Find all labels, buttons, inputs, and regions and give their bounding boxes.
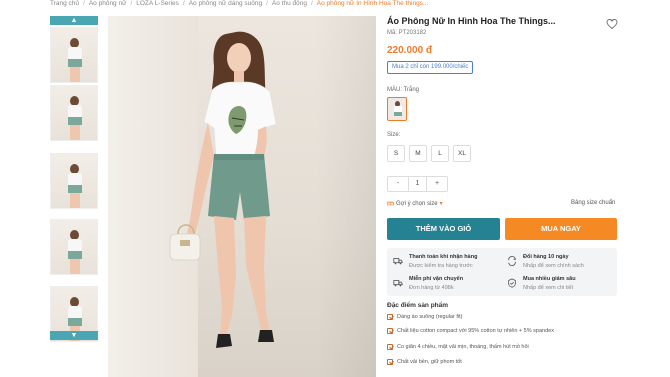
heart-icon[interactable]: [606, 18, 618, 30]
badge-icon: [508, 278, 516, 288]
product-main-image[interactable]: [108, 16, 376, 377]
quantity-stepper: - 1 +: [387, 176, 448, 192]
breadcrumb-home[interactable]: Trang chủ: [50, 0, 79, 10]
checkbox-icon: [387, 343, 393, 350]
feature-text: Co giãn 4 chiều, mặt vải mịn, thoáng, th…: [397, 343, 529, 350]
breadcrumb-current: Áo phông nữ In Hình Hoa The things...: [316, 0, 429, 7]
size-label: Size:: [387, 132, 401, 138]
product-title: Áo Phông Nữ In Hình Hoa The Things...: [387, 16, 556, 26]
feature-text: Dáng áo suông (regular fit): [397, 313, 463, 320]
service-title: Thanh toán khi nhận hàng: [409, 254, 478, 260]
ruler-icon: [387, 201, 394, 206]
size-button-m[interactable]: M: [409, 145, 427, 162]
exchange-icon: [508, 256, 516, 266]
size-button-s[interactable]: S: [387, 145, 405, 162]
feature-item: Co giãn 4 chiều, mặt vải mịn, thoáng, th…: [387, 342, 529, 351]
truck-icon: [393, 258, 403, 265]
service-subtitle: Nhấp để xem chính sách: [523, 263, 584, 269]
thumbnail-down-arrow[interactable]: ▼: [50, 331, 98, 340]
breadcrumb-separator: /: [130, 0, 133, 7]
thumbnail-gallery: ▲ ▼: [50, 16, 98, 371]
checkbox-icon: [387, 327, 393, 334]
size-guide-link[interactable]: Bảng size chuẩn: [571, 200, 615, 206]
add-to-cart-button[interactable]: THÊM VÀO GIỎ: [387, 218, 500, 240]
checkbox-icon: [387, 313, 393, 320]
thumbnail-up-arrow[interactable]: ▲: [50, 16, 98, 25]
buy-now-button[interactable]: MUA NGAY: [505, 218, 617, 240]
size-suggest-link[interactable]: Gợi ý chọn size ▾: [387, 200, 443, 207]
service-title: Mua nhiều giảm sâu: [523, 276, 576, 282]
service-subtitle: Được kiểm tra hàng trước: [409, 263, 473, 269]
size-button-xl[interactable]: XL: [453, 145, 471, 162]
feature-item: Chất vải bền, giữ phom tốt: [387, 357, 462, 366]
color-label: MÀU: Trắng: [387, 87, 420, 93]
breadcrumb-separator: /: [266, 0, 268, 7]
breadcrumb-separator: /: [83, 0, 85, 7]
breadcrumb-loose-fit[interactable]: Áo phông nữ dáng suông: [189, 0, 262, 10]
service-title: Đổi hàng 10 ngày: [523, 254, 569, 260]
thumbnail-2[interactable]: [50, 85, 98, 141]
service-benefits: Thanh toán khi nhận hàng Được kiểm tra h…: [387, 248, 617, 296]
color-swatch-white[interactable]: [387, 97, 407, 121]
thumbnail-3[interactable]: [50, 153, 98, 209]
breadcrumb-autumn-winter[interactable]: Áo thu đông: [272, 0, 307, 10]
service-exchange[interactable]: Đổi hàng 10 ngày Nhấp để xem chính sách: [507, 254, 617, 274]
service-subtitle: Nhấp để xem chi tiết: [523, 285, 574, 291]
features-title: Đặc điểm sản phẩm: [387, 302, 449, 309]
breadcrumb-loza-series[interactable]: LOZA L-Series: [136, 0, 179, 10]
product-info: Áo Phông Nữ In Hình Hoa The Things...: [387, 16, 617, 26]
feature-text: Chất vải bền, giữ phom tốt: [397, 358, 462, 365]
service-bulk-discount[interactable]: Mua nhiều giảm sâu Nhấp để xem chi tiết: [507, 276, 617, 296]
feature-item: Chất liệu cotton compact với 95% cotton …: [387, 326, 554, 335]
breadcrumb: Trang chủ / Áo phông nữ / LOZA L-Series …: [50, 0, 428, 10]
shipping-icon: [393, 280, 403, 287]
breadcrumb-womens-tshirts[interactable]: Áo phông nữ: [89, 0, 127, 10]
service-subtitle: Đơn hàng từ 498k: [409, 285, 454, 291]
service-title: Miễn phí vận chuyển: [409, 276, 464, 282]
feature-item: Dáng áo suông (regular fit): [387, 312, 462, 321]
checkbox-icon: [387, 358, 393, 365]
service-cod: Thanh toán khi nhận hàng Được kiểm tra h…: [393, 254, 503, 274]
breadcrumb-separator: /: [182, 0, 185, 7]
product-price: 220.000 đ: [387, 45, 433, 56]
chevron-down-icon: ▾: [439, 201, 443, 207]
quantity-input[interactable]: 1: [408, 177, 427, 191]
size-button-l[interactable]: L: [431, 145, 449, 162]
breadcrumb-separator: /: [310, 0, 313, 7]
thumbnail-1[interactable]: [50, 27, 98, 83]
model-illustration: [169, 31, 277, 348]
product-sku: Mã: PT203182: [387, 30, 427, 36]
feature-text: Chất liệu cotton compact với 95% cotton …: [397, 327, 554, 334]
promo-badge[interactable]: Mua 2 chỉ còn 199.000/chiếc: [387, 61, 474, 74]
size-suggest-label: Gợi ý chọn size: [396, 200, 438, 207]
thumbnail-4[interactable]: [50, 219, 98, 275]
service-free-shipping: Miễn phí vận chuyển Đơn hàng từ 498k: [393, 276, 503, 296]
quantity-decrease-button[interactable]: -: [388, 177, 408, 191]
quantity-increase-button[interactable]: +: [427, 177, 447, 191]
